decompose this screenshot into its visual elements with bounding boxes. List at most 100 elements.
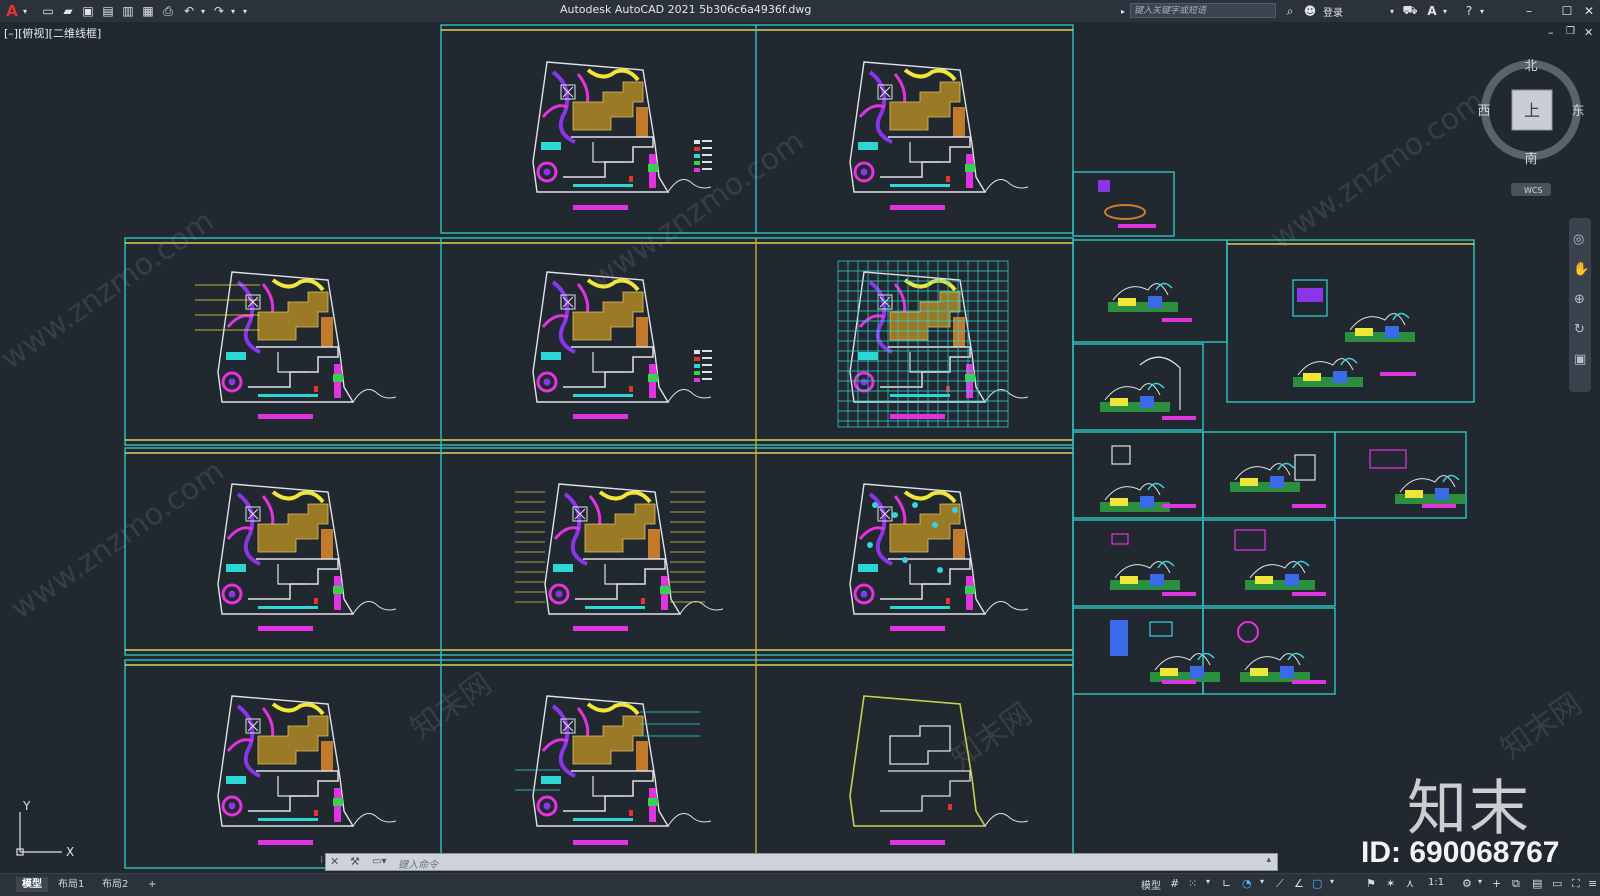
plan-2 — [848, 60, 1030, 210]
annotation-scale-icon[interactable]: ⋏ — [1406, 877, 1414, 890]
svg-text:www.znzmo.com: www.znzmo.com — [5, 454, 231, 627]
quick-properties-icon[interactable]: ▤ — [1532, 877, 1542, 890]
auto-scale-icon[interactable]: ✶ — [1386, 877, 1395, 890]
command-recent-icon[interactable]: ▭▾ — [372, 856, 386, 867]
workspace-dropdown-icon[interactable]: ▾ — [1478, 877, 1482, 886]
ucs-icon: Y X — [16, 799, 74, 859]
snap-dropdown-icon[interactable]: ▾ — [1206, 877, 1210, 886]
search-expand-icon[interactable]: ▸ — [1119, 3, 1127, 19]
annotation-visibility-icon[interactable]: ⚑ — [1366, 877, 1376, 890]
command-input[interactable]: 键入命令 — [398, 856, 438, 871]
a360-icon[interactable]: A — [1424, 3, 1440, 19]
svg-text:上: 上 — [1524, 101, 1540, 120]
plan-3 — [195, 270, 398, 419]
orbit-icon[interactable]: ↻ — [1574, 322, 1585, 337]
viewport-controls-label[interactable]: [–][俯视][二维线框] — [4, 25, 101, 41]
cart-icon[interactable]: ⛟ — [1402, 3, 1417, 19]
isodraft-icon[interactable]: ⟋ — [1276, 877, 1284, 891]
navigation-bar[interactable]: ◎ ✋ ⊕ ↻ ▣ — [1569, 218, 1591, 392]
pan-icon[interactable]: ✋ — [1573, 262, 1589, 277]
login-dropdown-icon[interactable]: ▾ — [1388, 3, 1396, 19]
tab-layout2[interactable]: 布局2 — [96, 877, 134, 892]
window-title: Autodesk AutoCAD 2021 5b306c6a4936f.dwg — [560, 3, 812, 16]
object-snap-dropdown-icon[interactable]: ▾ — [1330, 877, 1334, 886]
plan-4 — [531, 270, 713, 419]
command-line[interactable]: ⁞ ✕ ⚒ ▭▾ 键入命令 ▴ — [320, 853, 1278, 871]
undo-icon[interactable]: ↶ — [180, 3, 198, 19]
customize-status-icon[interactable]: ≡ — [1588, 877, 1597, 890]
showmotion-icon[interactable]: ▣ — [1574, 352, 1586, 367]
brand-watermark: 知末 — [1407, 774, 1531, 844]
svg-text:东: 东 — [1571, 104, 1584, 119]
annotation-scale-value[interactable]: 1:1 — [1428, 877, 1444, 888]
viewport-close-icon[interactable]: ✕ — [1584, 26, 1593, 39]
object-snap-tracking-icon[interactable]: ∠ — [1294, 877, 1304, 890]
polar-tracking-icon[interactable]: ◔ — [1242, 877, 1252, 890]
workspace-gear-icon[interactable]: ⚙ — [1462, 877, 1472, 890]
svg-text:知末网: 知末网 — [405, 666, 499, 746]
viewcube[interactable]: 上 北 南 东 西 WCS — [1477, 59, 1585, 196]
svg-text:知末网: 知末网 — [945, 696, 1039, 776]
new-file-icon[interactable]: ▭ — [40, 3, 56, 19]
publish-icon[interactable]: ▥ — [120, 3, 136, 19]
a360-dropdown-icon[interactable]: ▾ — [1441, 3, 1449, 19]
plot-icon[interactable]: ▦ — [140, 3, 156, 19]
command-history-icon[interactable]: ▴ — [1266, 855, 1271, 865]
open-file-icon[interactable]: ▰ — [60, 3, 76, 19]
svg-text:WCS: WCS — [1524, 186, 1543, 195]
plan-10 — [515, 694, 713, 845]
undo-dropdown-icon[interactable]: ▾ — [199, 3, 207, 19]
tab-model[interactable]: 模型 — [16, 877, 48, 892]
svg-text:北: 北 — [1524, 59, 1537, 74]
resource-id-watermark: ID: 690068767 — [1361, 836, 1560, 869]
polar-dropdown-icon[interactable]: ▾ — [1260, 877, 1264, 886]
minimize-icon[interactable]: – — [1521, 3, 1537, 19]
redo-icon[interactable]: ↷ — [210, 3, 228, 19]
snap-icon[interactable]: ⁙ — [1188, 877, 1197, 890]
plan-5-grid — [837, 260, 1030, 428]
model-space-canvas[interactable]: www.znzmo.com www.znzmo.com www.znzmo.co… — [0, 22, 1600, 871]
command-close-icon[interactable]: ✕ — [330, 855, 339, 868]
annotation-monitor-icon[interactable]: + — [1492, 877, 1501, 890]
viewport-minimize-icon[interactable]: – — [1548, 26, 1554, 39]
object-snap-icon[interactable]: ▢ — [1312, 877, 1322, 890]
save-as-icon[interactable]: ▤ — [100, 3, 116, 19]
help-icon[interactable]: ? — [1462, 3, 1476, 19]
maximize-icon[interactable]: ☐ — [1559, 3, 1575, 19]
print-icon[interactable]: ⎙ — [160, 3, 176, 19]
app-logo[interactable]: A — [3, 2, 21, 20]
help-search-input[interactable]: 键入关键字或短语 — [1130, 3, 1276, 18]
hardware-acceleration-icon[interactable]: ▭ — [1552, 877, 1562, 890]
viewport-restore-icon[interactable]: ❐ — [1566, 26, 1575, 37]
search-icon[interactable]: ⌕ — [1283, 3, 1297, 19]
close-icon[interactable]: ✕ — [1581, 3, 1597, 19]
save-icon[interactable]: ▣ — [80, 3, 96, 19]
command-customize-icon[interactable]: ⚒ — [350, 855, 360, 868]
svg-text:X: X — [66, 845, 74, 859]
app-menu-arrow-icon[interactable]: ▾ — [21, 3, 29, 19]
status-bar: 模型 布局1 布局2 + 模型 # ⁙ ▾ ∟ ◔ ▾ ⟋ ∠ ▢ ▾ ⚑ ✶ … — [0, 873, 1600, 896]
plan-1 — [531, 60, 713, 210]
zoom-icon[interactable]: ⊕ — [1574, 292, 1585, 307]
svg-text:Y: Y — [22, 799, 31, 813]
quick-access-customize-icon[interactable]: ▾ — [241, 3, 249, 19]
svg-text:知末网: 知末网 — [1495, 686, 1589, 766]
canvas-watermark: www.znzmo.com www.znzmo.com www.znzmo.co… — [0, 84, 1588, 777]
clean-screen-icon[interactable]: ⛶ — [1572, 877, 1580, 891]
command-grip-icon[interactable]: ⁞ — [320, 855, 323, 866]
help-dropdown-icon[interactable]: ▾ — [1478, 3, 1486, 19]
user-icon[interactable]: ☻ — [1303, 3, 1317, 19]
svg-text:www.znzmo.com: www.znzmo.com — [0, 204, 221, 377]
add-layout-icon[interactable]: + — [142, 877, 162, 892]
model-space-button[interactable]: 模型 — [1141, 877, 1161, 892]
grid-icon[interactable]: # — [1170, 877, 1179, 890]
title-bar: A ▾ ▭ ▰ ▣ ▤ ▥ ▦ ⎙ ↶ ▾ ↷ ▾ ▾ Autodesk Aut… — [0, 0, 1600, 22]
steering-wheel-icon[interactable]: ◎ — [1573, 232, 1584, 247]
tab-layout1[interactable]: 布局1 — [52, 877, 90, 892]
units-icon[interactable]: ⧉ — [1512, 877, 1520, 891]
redo-dropdown-icon[interactable]: ▾ — [229, 3, 237, 19]
login-button[interactable]: 登录 — [1318, 3, 1348, 19]
svg-text:西: 西 — [1477, 104, 1490, 119]
ortho-icon[interactable]: ∟ — [1222, 877, 1231, 890]
plan-7-dimensioned — [515, 482, 725, 631]
